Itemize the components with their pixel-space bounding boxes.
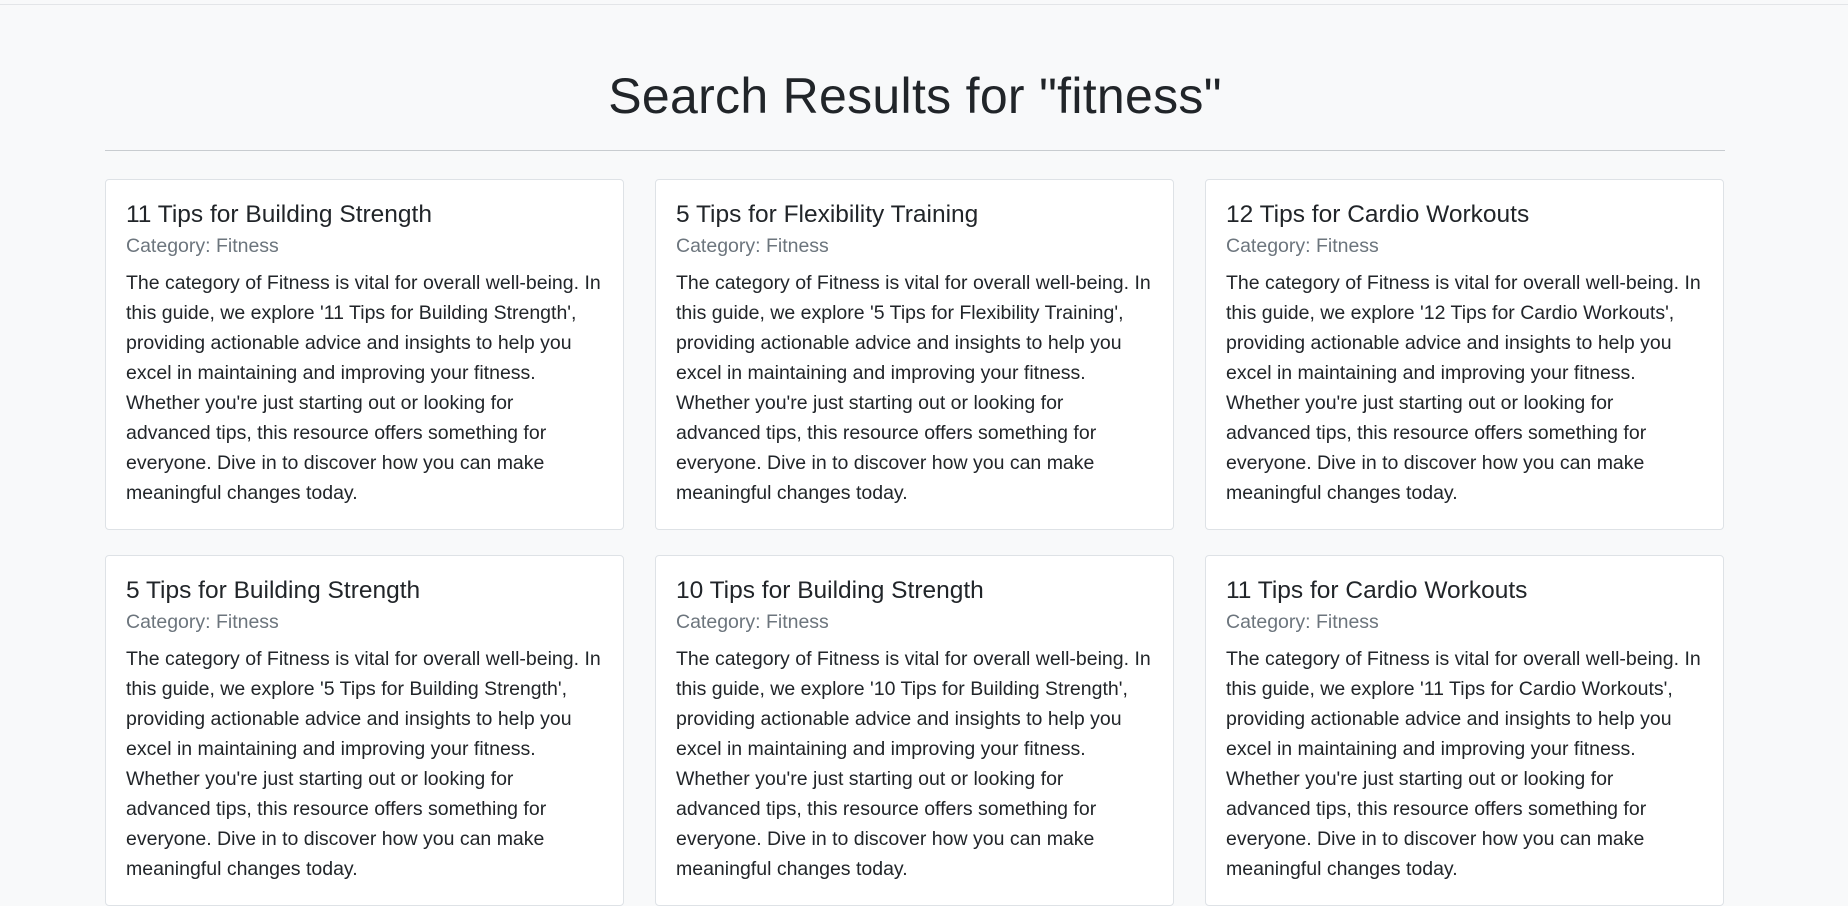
result-title[interactable]: 5 Tips for Building Strength: [126, 576, 603, 606]
result-card[interactable]: 11 Tips for Building Strength Category: …: [105, 179, 624, 530]
results-grid: 11 Tips for Building Strength Category: …: [105, 179, 1725, 906]
result-description: The category of Fitness is vital for ove…: [1226, 272, 1701, 504]
result-description: The category of Fitness is vital for ove…: [126, 272, 601, 504]
result-category: Category: Fitness: [1226, 235, 1379, 257]
main-container: Search Results for "fitness": [105, 0, 1725, 159]
result-card[interactable]: 11 Tips for Cardio Workouts Category: Fi…: [1205, 555, 1724, 906]
result-category: Category: Fitness: [676, 235, 829, 257]
result-card[interactable]: 5 Tips for Building Strength Category: F…: [105, 555, 624, 906]
page-title: Search Results for "fitness": [608, 68, 1222, 124]
result-description: The category of Fitness is vital for ove…: [676, 272, 1151, 504]
result-description: The category of Fitness is vital for ove…: [676, 648, 1151, 880]
result-category: Category: Fitness: [1226, 611, 1379, 633]
result-title[interactable]: 5 Tips for Flexibility Training: [676, 200, 1153, 230]
title-divider: [105, 150, 1725, 151]
result-card[interactable]: 12 Tips for Cardio Workouts Category: Fi…: [1205, 179, 1724, 530]
result-category: Category: Fitness: [126, 611, 279, 633]
result-card[interactable]: 10 Tips for Building Strength Category: …: [655, 555, 1174, 906]
result-title[interactable]: 12 Tips for Cardio Workouts: [1226, 200, 1703, 230]
result-title[interactable]: 10 Tips for Building Strength: [676, 576, 1153, 606]
result-title[interactable]: 11 Tips for Cardio Workouts: [1226, 576, 1703, 606]
result-category: Category: Fitness: [126, 235, 279, 257]
result-card[interactable]: 5 Tips for Flexibility Training Category…: [655, 179, 1174, 530]
result-title[interactable]: 11 Tips for Building Strength: [126, 200, 603, 230]
result-description: The category of Fitness is vital for ove…: [126, 648, 601, 880]
result-description: The category of Fitness is vital for ove…: [1226, 648, 1701, 880]
result-category: Category: Fitness: [676, 611, 829, 633]
